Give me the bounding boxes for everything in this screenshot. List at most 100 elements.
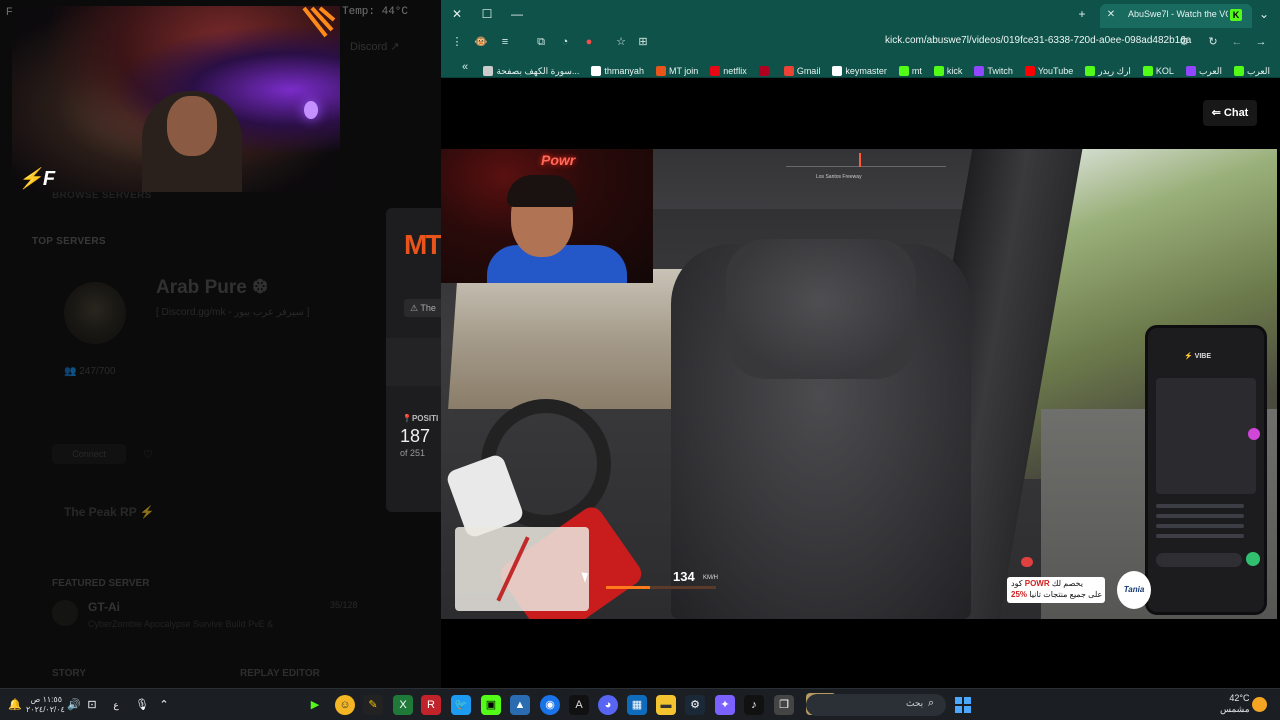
minimize-window-icon[interactable]: — (509, 6, 525, 22)
replay-editor-tab[interactable]: REPLAY EDITOR (240, 668, 320, 679)
translate-icon[interactable]: ⊞ (635, 34, 651, 50)
bookmark-item[interactable]: Gmail (783, 66, 820, 76)
warning-chip: ⚠ The (404, 299, 444, 317)
network-icon[interactable]: ⊡ (84, 695, 100, 715)
maximize-window-icon[interactable]: ☐ (479, 6, 495, 22)
bookmarks-collapse-icon[interactable]: « (457, 59, 473, 75)
bookmark-item[interactable]: سورة الكهف بصفحة... (483, 66, 579, 77)
phone-like-icon (1248, 428, 1260, 440)
top-servers-heading: TOP SERVERS (32, 236, 106, 247)
discord-app-icon[interactable]: ◕ (598, 695, 618, 715)
bookmark-item[interactable]: العرب (1185, 66, 1222, 77)
bookmark-favicon-icon (832, 66, 843, 76)
stream-logo-icon: ⚡F (18, 168, 56, 190)
tab-list-chevron-icon[interactable]: ⌄ (1256, 6, 1272, 22)
hud-speed-unit: KM/H (703, 575, 718, 581)
warning-icon: ⚠ (410, 303, 421, 313)
video-player[interactable]: Los Santos Freeway 134 KM/H Powr ⚡ VIBE (441, 149, 1277, 619)
red-app-icon[interactable]: R (421, 695, 441, 715)
file-explorer-icon[interactable]: ▬ (656, 695, 676, 715)
terminal-app-icon[interactable]: A (569, 695, 589, 715)
reload-icon[interactable]: ↻ (1205, 34, 1221, 50)
ingame-phone: ⚡ VIBE (1145, 325, 1267, 615)
chat-toggle-button[interactable]: ⇐ Chat (1203, 100, 1257, 126)
reading-list-icon[interactable]: ≡ (497, 34, 513, 50)
bookmark-item[interactable]: kick (933, 66, 962, 76)
steam-app-icon[interactable]: ⚙ (685, 695, 705, 715)
new-tab-icon[interactable]: + (1074, 6, 1090, 22)
copilot-app-icon[interactable]: ✦ (715, 695, 735, 715)
bookmark-item[interactable]: ارك ريدر (1085, 66, 1131, 77)
store-app-icon[interactable]: ▦ (627, 695, 647, 715)
bookmark-item[interactable] (758, 66, 772, 76)
clock[interactable]: ١١:٥٥ ص ٢٠٢٤/٠٢/٠٤ (26, 695, 65, 715)
hud-street-name: Los Santos Freeway (816, 174, 862, 180)
featured-server-description: CyberZombie Apocalypse Survive Build PvE… (88, 619, 274, 629)
story-tab[interactable]: STORY (52, 668, 86, 679)
bookmark-favicon-icon (710, 66, 721, 76)
hud-speed-fill (606, 586, 650, 589)
panel-section (386, 338, 446, 386)
bookmark-item[interactable]: KOL (1142, 66, 1174, 76)
notifications-icon[interactable]: 🔔 (8, 695, 22, 715)
excel-app-icon[interactable]: X (393, 695, 413, 715)
menu-dots-icon[interactable]: ⋮ (449, 34, 465, 50)
active-tab[interactable]: ✕ AbuSwe7l - Watch the VOD K (1100, 4, 1252, 28)
pen-app-icon[interactable]: ✎ (363, 695, 383, 715)
bookmark-star-icon[interactable]: ☆ (613, 34, 629, 50)
phone-comment-input (1156, 553, 1242, 567)
favorite-heart-icon[interactable]: ♡ (143, 448, 153, 461)
phone-comment (1156, 524, 1244, 528)
language-indicator[interactable]: ع (108, 695, 124, 715)
bookmark-item[interactable]: mt (898, 66, 922, 76)
weather-widget[interactable]: 42°C مشمس (1220, 693, 1250, 715)
photos-app-icon[interactable]: ▲ (510, 695, 530, 715)
phone-app-name: VIBE (1194, 353, 1212, 360)
bookmark-favicon-icon (591, 66, 602, 76)
incognito-icon[interactable]: ◔ (557, 34, 573, 50)
promo-code: POWR (1024, 579, 1050, 588)
sun-icon (1252, 697, 1267, 712)
hud-compass-marker (859, 153, 861, 167)
bookmark-label: Twitch (987, 66, 1013, 76)
microphone-icon[interactable]: 🎙 (134, 695, 150, 715)
bookmark-item[interactable]: keymaster (832, 66, 887, 76)
bookmark-favicon-icon (974, 66, 985, 76)
bookmark-item[interactable]: thmanyah (591, 66, 644, 76)
windows-start-icon[interactable] (955, 697, 971, 713)
bookmark-item[interactable]: netflix (710, 66, 747, 76)
tiktok-app-icon[interactable]: ♪ (744, 695, 764, 715)
warning-text: The (420, 303, 436, 313)
site-settings-icon[interactable]: ⚙ (1176, 34, 1192, 50)
featured-server-name[interactable]: GT-Ai (88, 600, 120, 614)
back-arrow-icon[interactable]: → (1253, 34, 1269, 50)
twitter-app-icon[interactable]: 🐦 (451, 695, 471, 715)
server-list-item[interactable]: The Peak RP ⚡ (64, 505, 155, 519)
minimap (455, 527, 589, 611)
bookmark-item[interactable]: MT join (655, 66, 698, 76)
chrome-app-icon[interactable]: ◉ (540, 695, 560, 715)
volume-icon[interactable]: 🔊 (66, 695, 82, 715)
browser-window: ✕ ☐ — + ✕ AbuSwe7l - Watch the VOD K ⌄ ⋮… (441, 0, 1280, 688)
bookmark-item[interactable]: YouTube (1024, 66, 1073, 76)
bookmark-item[interactable]: العرب (1233, 66, 1270, 77)
task-view-icon[interactable]: ❐ (774, 695, 794, 715)
record-extension-icon[interactable]: ● (581, 34, 597, 50)
bookmark-label: thmanyah (604, 66, 644, 76)
play-app-icon[interactable]: ▶ (305, 695, 325, 715)
queue-position-value: 187 (400, 426, 431, 446)
tab-close-icon[interactable]: ✕ (1104, 8, 1118, 22)
tray-overflow-chevron-icon[interactable]: ⌃ (156, 695, 172, 715)
forward-arrow-icon[interactable]: ← (1229, 34, 1245, 50)
discord-link[interactable]: Discord ↗ (350, 40, 400, 53)
bookmark-item[interactable]: Twitch (974, 66, 1013, 76)
chat-app-icon[interactable]: ☺ (335, 695, 355, 715)
extensions-icon[interactable]: ⧉ (533, 34, 549, 50)
profile-icon[interactable]: 🐵 (473, 34, 489, 50)
kick-app-icon[interactable]: ▣ (481, 695, 501, 715)
connect-button[interactable]: Connect (52, 444, 126, 464)
address-bar[interactable]: kick.com/abuswe7l/videos/019fce31-6338-7… (885, 35, 1191, 46)
close-window-icon[interactable]: ✕ (449, 6, 465, 22)
taskbar-search[interactable]: بحث ⌕ (806, 694, 946, 716)
browser-toolbar: ⋮ 🐵 ≡ ⧉ ◔ ● ☆ ⊞ kick.com/abuswe7l/videos… (441, 28, 1280, 56)
